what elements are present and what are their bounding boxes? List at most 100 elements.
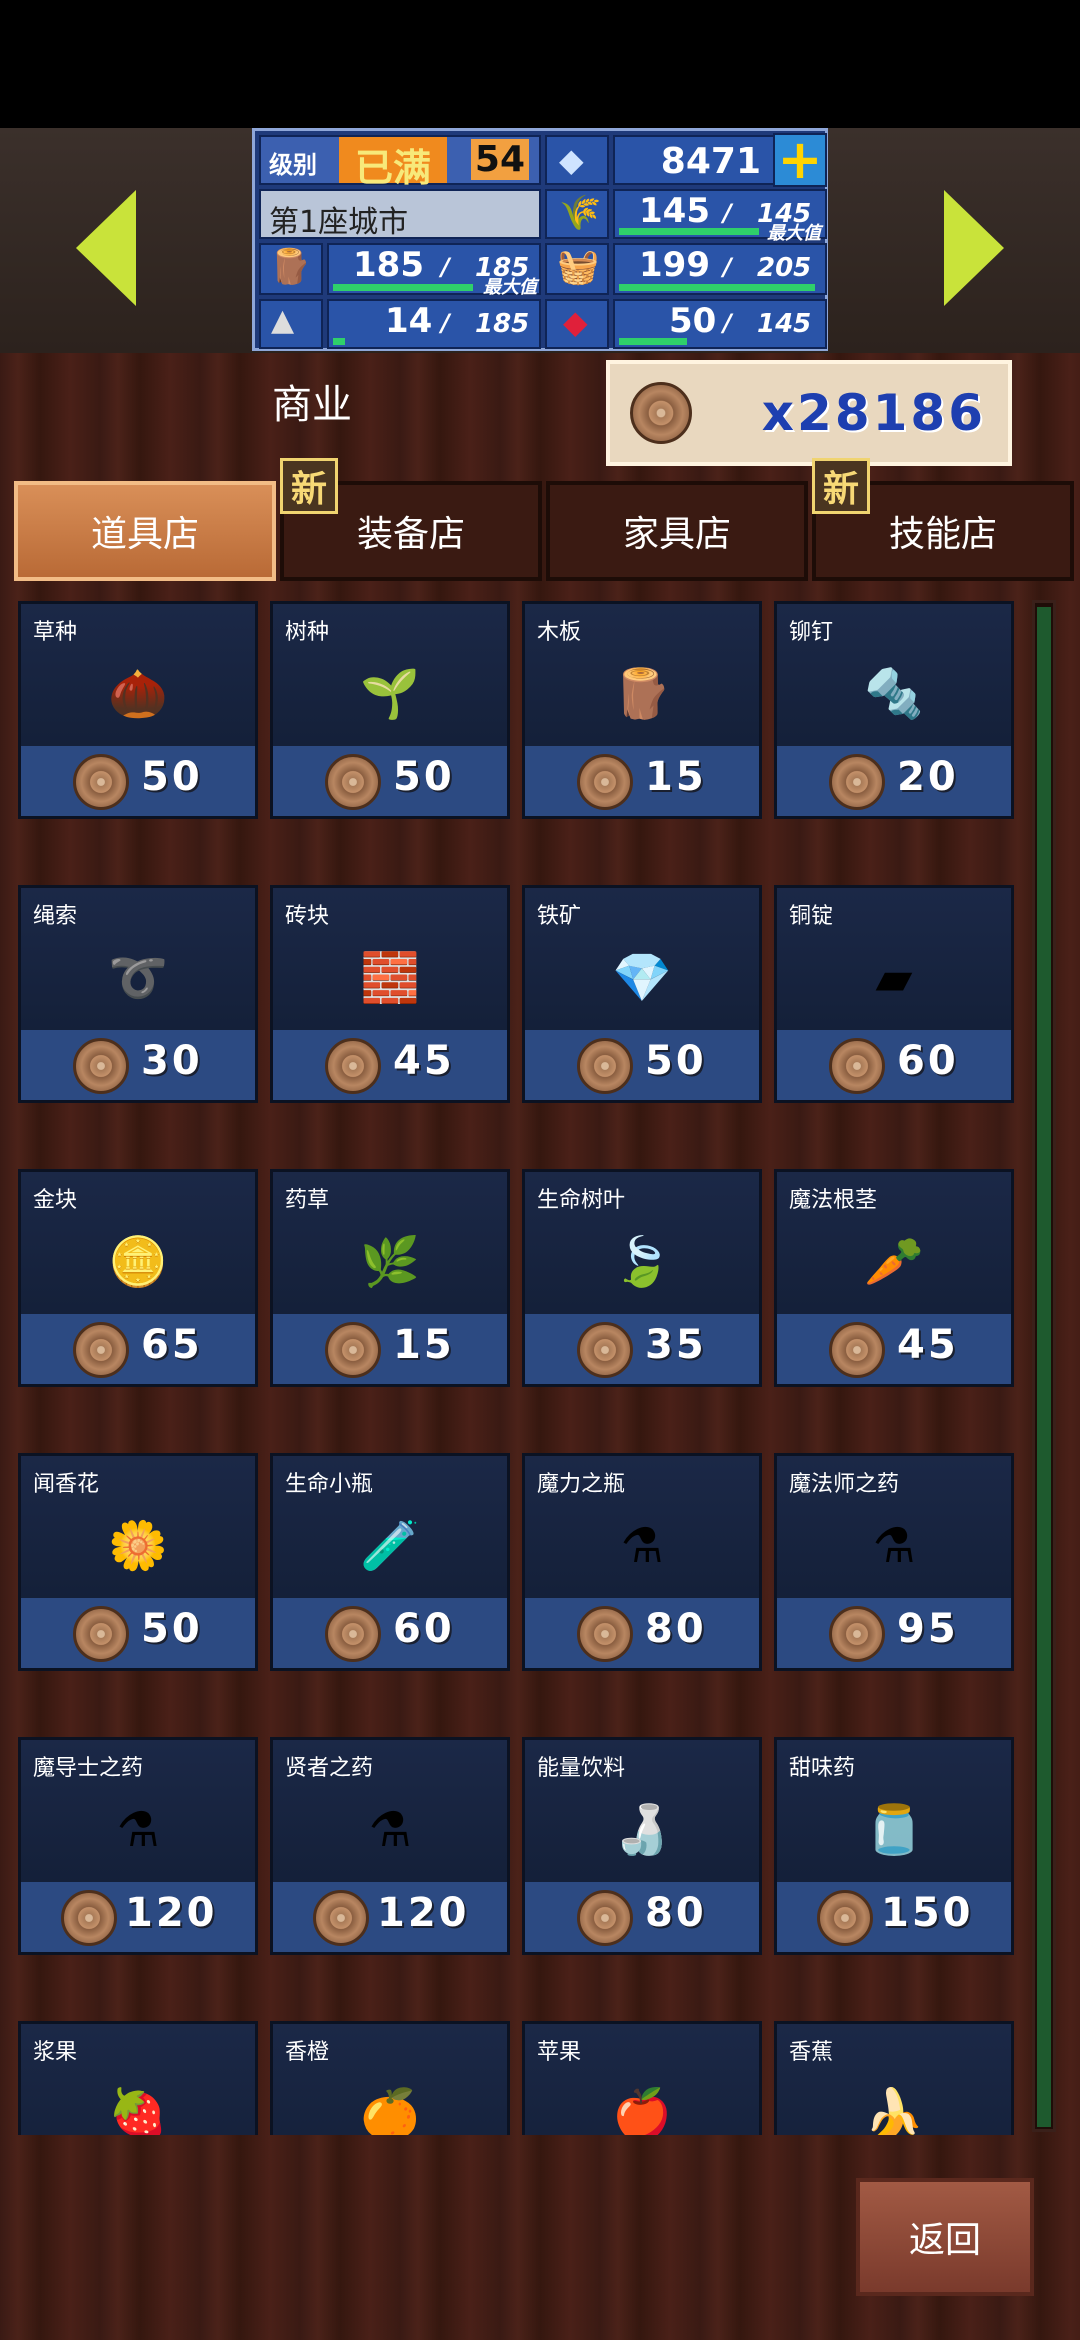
price-bar: 50 (273, 746, 507, 816)
scrollbar[interactable] (1032, 600, 1056, 2132)
wood-log-icon (73, 1322, 129, 1378)
item-price: 120 (125, 1890, 218, 1936)
item-icon: 🌰 (108, 666, 168, 722)
scrollbar-thumb[interactable] (1037, 607, 1051, 2127)
item-icon: ➰ (108, 950, 168, 1006)
shop-item-card[interactable]: 香蕉 🍌 (774, 2021, 1014, 2135)
item-price: 50 (141, 1606, 203, 1652)
item-name: 砖块 (285, 904, 330, 929)
price-bar: 15 (273, 1314, 507, 1384)
wood-log-icon (817, 1890, 873, 1946)
price-bar: 50 (21, 1598, 255, 1668)
item-price: 50 (393, 754, 455, 800)
price-bar: 20 (777, 746, 1011, 816)
level-max-badge: 已满 (339, 137, 447, 190)
shop-item-card[interactable]: 木板 🪵 15 (522, 601, 762, 819)
shop-item-card[interactable]: 生命树叶 🍃 35 (522, 1169, 762, 1387)
wood-log-icon (829, 1038, 885, 1094)
item-icon: 🧪 (360, 1518, 420, 1574)
gem-progress-bar (619, 338, 687, 345)
shop-item-card[interactable]: 魔法根茎 🥕 45 (774, 1169, 1014, 1387)
wood-log-icon (577, 1322, 633, 1378)
wood-slash: / (441, 253, 450, 281)
item-name: 能量饮料 (537, 1756, 626, 1781)
item-icon: 🍌 (864, 2086, 924, 2135)
wood-max-note: 最大值 (483, 277, 537, 298)
price-bar: 95 (777, 1598, 1011, 1668)
shop-item-card[interactable]: 铜锭 ▰ 60 (774, 885, 1014, 1103)
item-icon: 🍊 (360, 2086, 420, 2135)
item-icon: 🫙 (864, 1802, 924, 1858)
wood-log-icon (829, 754, 885, 810)
next-city-arrow-icon[interactable] (944, 190, 1004, 306)
diamond-count-box: 8471 (613, 135, 775, 185)
ruby-icon: ◆ (545, 299, 609, 349)
gem-stat: 50 / 145 (613, 299, 827, 349)
item-name: 药草 (285, 1188, 330, 1213)
item-icon: 🪵 (612, 666, 672, 722)
currency-value: x28186 (761, 384, 986, 442)
shop-item-card[interactable]: 铆钉 🔩 20 (774, 601, 1014, 819)
food-max: 205 (757, 253, 812, 283)
item-price: 45 (393, 1038, 455, 1084)
add-diamonds-button[interactable]: + (773, 133, 827, 187)
item-price: 50 (645, 1038, 707, 1084)
item-price: 15 (393, 1322, 455, 1368)
shop-item-card[interactable]: 绳索 ➰ 30 (18, 885, 258, 1103)
item-price: 15 (645, 754, 707, 800)
shop-item-card[interactable]: 甜味药 🫙 150 (774, 1737, 1014, 1955)
item-price: 60 (393, 1606, 455, 1652)
item-icon: ⚗ (368, 1802, 412, 1858)
previous-city-arrow-icon[interactable] (76, 190, 136, 306)
stone-value: 14 (385, 301, 433, 341)
wood-stat: 185 / 185 最大值 (327, 243, 541, 298)
shop-item-card[interactable]: 药草 🌿 15 (270, 1169, 510, 1387)
shop-item-card[interactable]: 砖块 🧱 45 (270, 885, 510, 1103)
shop-item-card[interactable]: 草种 🌰 50 (18, 601, 258, 819)
tab-0[interactable]: 道具店 (14, 481, 276, 581)
item-icon: 💎 (612, 950, 672, 1006)
wood-currency-box: x28186 (606, 360, 1012, 466)
shop-item-card[interactable]: 贤者之药 ⚗ 120 (270, 1737, 510, 1955)
level-box: 级别 已满 54 (259, 135, 541, 190)
tab-2[interactable]: 家具店 (546, 481, 808, 581)
shop-item-card[interactable]: 浆果 🍓 (18, 2021, 258, 2135)
city-name-box: 第1座城市 (259, 189, 541, 240)
level-label: 级别 (269, 151, 317, 179)
shop-item-card[interactable]: 树种 🌱 50 (270, 601, 510, 819)
back-button[interactable]: 返回 (856, 2178, 1034, 2296)
item-name: 贤者之药 (285, 1756, 374, 1781)
item-name: 草种 (33, 620, 78, 645)
item-name: 魔力之瓶 (537, 1472, 626, 1497)
item-grid: 草种 🌰 50 树种 🌱 50 木板 🪵 15 铆钉 🔩 20 绳索 ➰ 30 砖块 🧱 45 铁矿 💎 50 铜锭 ▰ 60… (0, 595, 1030, 2135)
wood-log-icon (829, 1606, 885, 1662)
page-title: 商业 (272, 382, 352, 428)
wood-icon: 🪵 (259, 243, 323, 295)
shop-item-card[interactable]: 魔导士之药 ⚗ 120 (18, 1737, 258, 1955)
grain-slash: / (723, 199, 732, 227)
wood-log-icon (73, 1038, 129, 1094)
gem-max: 145 (757, 309, 812, 339)
price-bar: 35 (525, 1314, 759, 1384)
shop-item-card[interactable]: 魔力之瓶 ⚗ 80 (522, 1453, 762, 1671)
shop-item-card[interactable]: 香橙 🍊 (270, 2021, 510, 2135)
shop-item-card[interactable]: 苹果 🍎 (522, 2021, 762, 2135)
tab-label: 道具店 (90, 514, 199, 555)
shop-item-card[interactable]: 魔法师之药 ⚗ 95 (774, 1453, 1014, 1671)
item-icon: ▰ (875, 950, 913, 1006)
gem-value: 50 (669, 301, 717, 341)
item-price: 60 (897, 1038, 959, 1084)
wood-value: 185 (353, 245, 424, 285)
shop-item-card[interactable]: 金块 🪙 65 (18, 1169, 258, 1387)
shop-item-card[interactable]: 能量饮料 🍶 80 (522, 1737, 762, 1955)
shop-item-card[interactable]: 生命小瓶 🧪 60 (270, 1453, 510, 1671)
shop-item-card[interactable]: 闻香花 🌼 50 (18, 1453, 258, 1671)
item-price: 120 (377, 1890, 470, 1936)
shop-item-card[interactable]: 铁矿 💎 50 (522, 885, 762, 1103)
stone-stat: 14 / 185 (327, 299, 541, 349)
item-name: 生命小瓶 (285, 1472, 374, 1497)
diamond-icon: ◆ (545, 135, 609, 185)
tab-label: 装备店 (356, 514, 465, 555)
grain-progress-bar (619, 228, 759, 235)
wood-log-icon (313, 1890, 369, 1946)
